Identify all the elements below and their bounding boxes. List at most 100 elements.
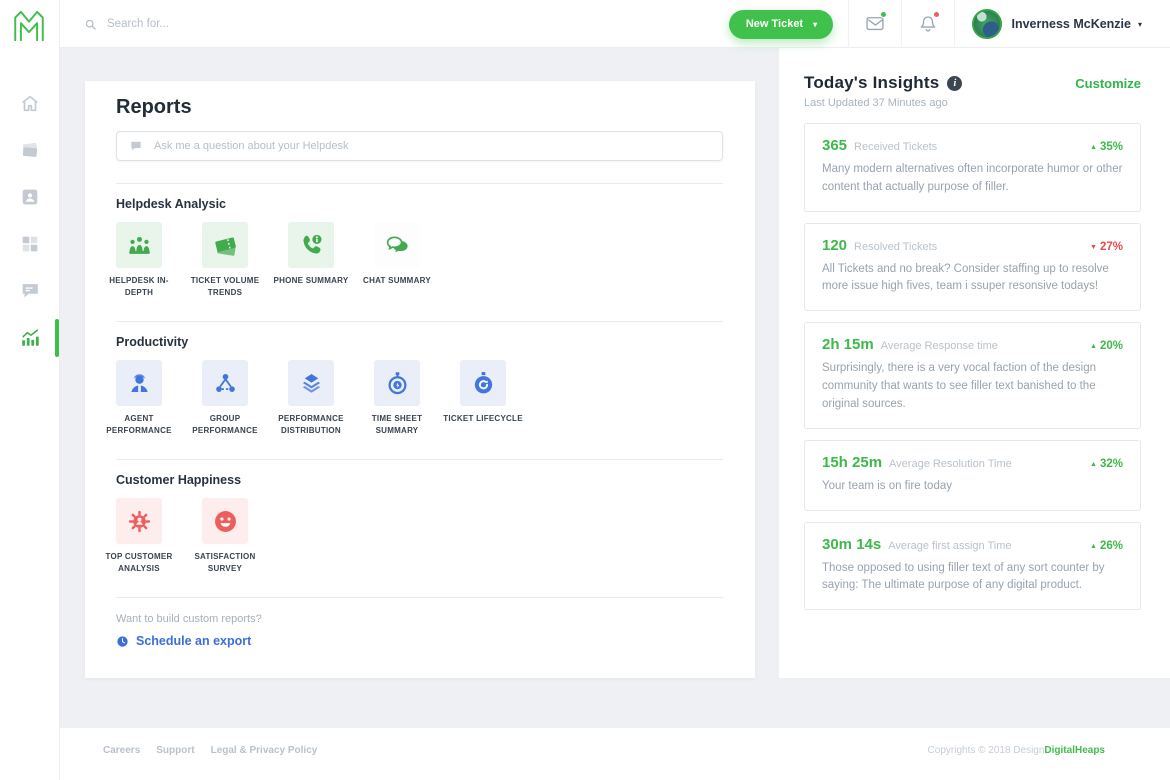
sidebar-item-forums[interactable] (0, 280, 59, 302)
delta-percent: 27% (1100, 241, 1123, 253)
customize-link[interactable]: Customize (1075, 76, 1141, 91)
ticket-lifecycle-icon (460, 360, 506, 406)
topbar: New Ticket ▾ Inverness McKenzie ▾ (60, 0, 1170, 48)
delta-percent: 20% (1100, 340, 1123, 352)
footer-link[interactable]: Careers (103, 745, 140, 756)
report-tile-ticket-volume[interactable]: Ticket Volume Trends (182, 222, 268, 299)
insight-card: 120 Resolved Tickets ▼27% All Tickets and n… (804, 223, 1141, 312)
sidebar-item-reports[interactable] (0, 327, 59, 349)
sidebar-item-solutions[interactable] (0, 233, 59, 255)
notification-alert-dot (933, 11, 940, 18)
topbar-separator (954, 0, 955, 48)
brand-link[interactable]: DigitalHeaps (1044, 745, 1105, 756)
trend-up-icon: ▲ (1090, 543, 1097, 550)
insight-body: Surprisingly, there is a very vocal fact… (822, 360, 1123, 413)
info-icon[interactable]: i (947, 76, 962, 91)
home-icon (19, 92, 41, 114)
footer: Careers Support Legal & Privacy Policy Cop… (60, 727, 1170, 780)
forums-icon (19, 280, 41, 302)
report-tile-group-performance[interactable]: Group Performance (182, 360, 268, 437)
report-tile-satisfaction[interactable]: Satisfaction Survey (182, 498, 268, 575)
helpdesk-indepth-icon (116, 222, 162, 268)
insight-card-head: 120 Resolved Tickets ▼27% (822, 237, 1123, 254)
new-ticket-label: New Ticket (746, 18, 803, 30)
phone-summary-icon (288, 222, 334, 268)
tile-label: Performance Distribution (269, 413, 353, 437)
trend-up-icon: ▲ (1090, 144, 1097, 151)
sidebar-item-tickets[interactable] (0, 139, 59, 161)
sidebar-item-contacts[interactable] (0, 186, 59, 208)
insight-label: Resolved Tickets (854, 241, 937, 253)
tile-row: Agent PerformanceGroup PerformancePerfor… (96, 360, 723, 437)
section-divider (116, 459, 723, 460)
tile-label: Helpdesk In-Depth (97, 275, 181, 299)
section-title: Productivity (116, 335, 723, 349)
sidebar-nav (0, 92, 59, 349)
user-chevron-down-icon[interactable]: ▾ (1138, 20, 1142, 29)
section-title: Customer Happiness (116, 473, 723, 487)
section-title: Helpdesk Analysic (116, 197, 723, 211)
footer-link[interactable]: Legal & Privacy Policy (211, 745, 318, 756)
global-search (84, 0, 325, 48)
delta-percent: 26% (1100, 540, 1123, 552)
section-divider (116, 321, 723, 322)
delta-percent: 32% (1100, 458, 1123, 470)
report-tile-helpdesk-indepth[interactable]: Helpdesk In-Depth (96, 222, 182, 299)
section-divider (116, 597, 723, 598)
chevron-down-icon: ▾ (813, 20, 817, 29)
insight-body: All Tickets and no break? Consider staff… (822, 261, 1123, 297)
insight-body: Those opposed to using filler text of an… (822, 560, 1123, 596)
insight-body: Many modern alternatives often incorpora… (822, 161, 1123, 197)
mail-button[interactable] (849, 14, 901, 34)
section-divider (116, 183, 723, 184)
mail-unread-dot (880, 11, 887, 18)
tile-label: Top Customer Analysis (97, 551, 181, 575)
notifications-button[interactable] (902, 14, 954, 34)
trend-up-icon: ▲ (1090, 461, 1097, 468)
topbar-right-cluster: New Ticket ▾ Inverness McKenzie ▾ (729, 0, 1142, 48)
last-updated-text: Last Updated 37 Minutes ago (804, 97, 1141, 109)
insight-card: 365Received Tickets▲35% Many modern alter… (804, 123, 1141, 212)
schedule-export-label: Schedule an export (136, 634, 251, 648)
tile-label: Group Performance (183, 413, 267, 437)
sidebar-item-home[interactable] (0, 92, 59, 114)
footer-link[interactable]: Support (156, 745, 194, 756)
report-tile-agent-performance[interactable]: Agent Performance (96, 360, 182, 437)
time-sheet-icon (374, 360, 420, 406)
insights-title: Today's Insights (804, 73, 939, 93)
report-tile-time-sheet[interactable]: Time Sheet Summary (354, 360, 440, 437)
insight-label: Average Resolution Time (889, 458, 1012, 470)
tile-label: Phone Summary (274, 275, 349, 287)
report-tile-ticket-lifecycle[interactable]: Ticket Lifecycle (440, 360, 526, 437)
tile-label: Agent Performance (97, 413, 181, 437)
clock-icon (116, 635, 129, 648)
copyright: Copyrights © 2018 DesignDigitalHeaps (928, 745, 1105, 756)
insight-card-head: 30m 14sAverage first assign Time▲26% (822, 536, 1123, 553)
insight-delta: ▼27% (1090, 241, 1123, 253)
report-tile-performance-distribution[interactable]: Performance Distribution (268, 360, 354, 437)
insight-value: 15h 25m (822, 454, 882, 471)
reports-icon (19, 327, 41, 349)
report-tile-phone-summary[interactable]: Phone Summary (268, 222, 354, 299)
schedule-export-link[interactable]: Schedule an export (116, 634, 723, 648)
new-ticket-button[interactable]: New Ticket ▾ (729, 10, 833, 39)
copyright-text: Copyrights © 2018 Design (928, 745, 1045, 756)
page-title: Reports (116, 96, 723, 119)
tile-row: Top Customer AnalysisSatisfaction Survey (96, 498, 723, 575)
user-menu[interactable]: Inverness McKenzie (1011, 17, 1131, 31)
search-input[interactable] (105, 17, 325, 31)
ask-helpdesk-input[interactable] (152, 139, 710, 153)
insight-card-head: 15h 25m Average Resolution Time ▲32% (822, 454, 1123, 471)
agent-performance-icon (116, 360, 162, 406)
report-tile-chat-summary[interactable]: Chat Summary (354, 222, 440, 299)
insight-card-head: 365Received Tickets▲35% (822, 137, 1123, 154)
insight-body: Your team is on fire today (822, 478, 1123, 496)
trend-down-icon: ▼ (1090, 244, 1097, 251)
insight-delta: ▲35% (1090, 141, 1123, 153)
insight-value: 120 (822, 237, 847, 254)
user-avatar[interactable] (972, 9, 1002, 39)
ask-helpdesk-box (116, 131, 723, 161)
app-logo-m-icon[interactable] (10, 7, 48, 41)
report-tile-top-customer[interactable]: Top Customer Analysis (96, 498, 182, 575)
tile-label: Satisfaction Survey (183, 551, 267, 575)
